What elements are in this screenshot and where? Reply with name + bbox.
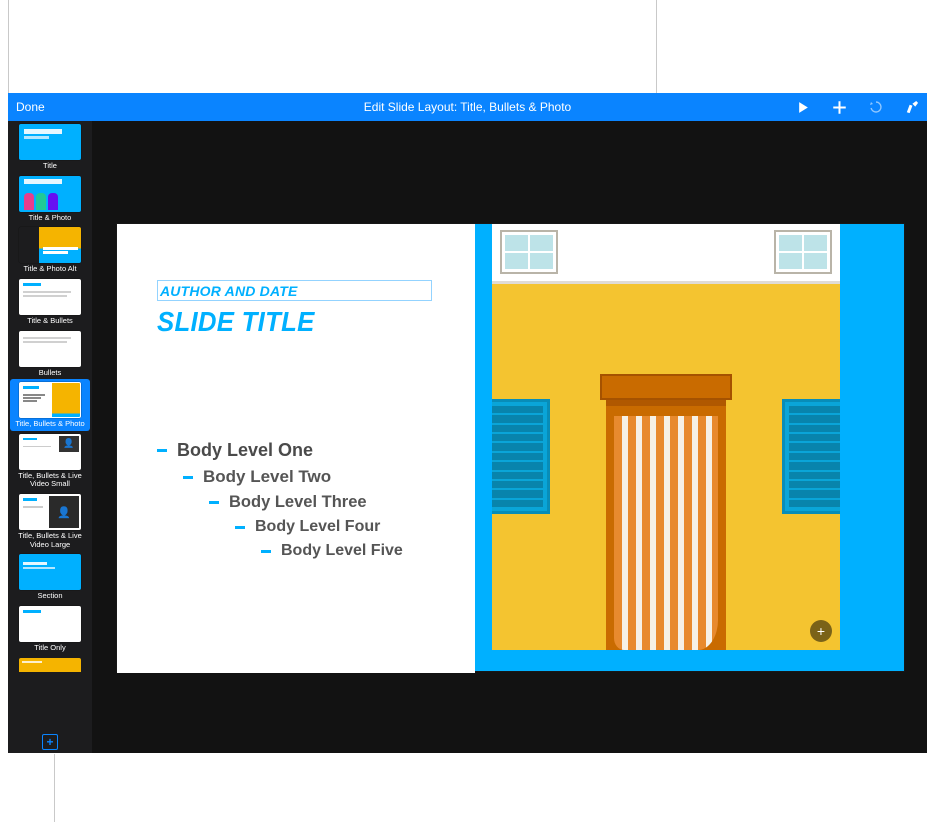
slide[interactable]: AUTHOR AND DATE SLIDE TITLE Body Level O…	[116, 223, 905, 672]
bullet-icon	[157, 449, 167, 452]
body-level-4-text: Body Level Four	[255, 518, 380, 536]
thumb-preview	[19, 279, 81, 315]
thumb-preview	[19, 331, 81, 367]
thumb-preview	[19, 124, 81, 160]
bullet-icon	[183, 476, 193, 479]
callout-line-bottom	[54, 754, 55, 822]
bullet-icon	[261, 550, 271, 553]
layout-sidebar: Title Title & Photo Title & Photo Alt Ti…	[8, 121, 92, 753]
toolbar-title-prefix: Edit Slide Layout:	[364, 100, 461, 114]
thumb-label: Title, Bullets & Live Video Large	[12, 532, 88, 549]
layout-thumb-bullets[interactable]: Bullets	[8, 328, 92, 380]
bullet-icon	[209, 501, 219, 504]
thumb-label: Title, Bullets & Live Video Small	[12, 472, 88, 489]
thumb-label: Title & Bullets	[27, 317, 73, 326]
add-layout-button[interactable]: +	[42, 734, 58, 750]
thumb-preview	[19, 606, 81, 642]
thumb-preview	[19, 176, 81, 212]
body-level-1-text: Body Level One	[177, 440, 313, 461]
slide-title-placeholder[interactable]: SLIDE TITLE	[157, 306, 315, 338]
layout-thumb-title-photo-alt[interactable]: Title & Photo Alt	[8, 224, 92, 276]
thumb-label: Title & Photo Alt	[23, 265, 76, 274]
thumb-preview	[19, 382, 81, 418]
body-level-4: Body Level Four	[235, 518, 403, 536]
layout-thumb-section[interactable]: Section	[8, 551, 92, 603]
body-level-5: Body Level Five	[261, 542, 403, 560]
layout-thumb-title-bullets-photo[interactable]: Title, Bullets & Photo	[10, 379, 90, 431]
layout-thumb-title-only[interactable]: Title Only	[8, 603, 92, 655]
body: Title Title & Photo Title & Photo Alt Ti…	[8, 121, 927, 753]
layout-list[interactable]: Title Title & Photo Title & Photo Alt Ti…	[8, 121, 92, 753]
layout-thumb-title-photo[interactable]: Title & Photo	[8, 173, 92, 225]
layout-thumb-title-bullets[interactable]: Title & Bullets	[8, 276, 92, 328]
thumb-preview: 👤	[19, 494, 81, 530]
plus-icon[interactable]	[831, 99, 847, 115]
thumb-preview	[19, 554, 81, 590]
photo-door-lintel	[600, 374, 732, 400]
body-placeholder[interactable]: Body Level One Body Level Two Body Level…	[157, 440, 403, 566]
toolbar-title: Edit Slide Layout: Title, Bullets & Phot…	[364, 100, 571, 114]
body-level-1: Body Level One	[157, 440, 403, 461]
author-date-placeholder[interactable]: AUTHOR AND DATE	[157, 280, 432, 301]
layout-thumb-title[interactable]: Title	[8, 121, 92, 173]
thumb-label: Title	[43, 162, 57, 171]
add-media-button[interactable]: +	[810, 620, 832, 642]
bullet-icon	[235, 526, 245, 529]
thumb-preview	[19, 227, 81, 263]
thumb-label: Title, Bullets & Photo	[15, 420, 84, 429]
undo-icon[interactable]	[867, 99, 883, 115]
thumb-label: Title & Photo	[29, 214, 72, 223]
thumb-label: Title Only	[34, 644, 65, 653]
layout-thumb-title-bullets-live-small[interactable]: 👤 Title, Bullets & Live Video Small	[8, 431, 92, 491]
app-window: Done Edit Slide Layout: Title, Bullets &…	[8, 93, 927, 753]
toolbar-right	[795, 99, 919, 115]
toolbar: Done Edit Slide Layout: Title, Bullets &…	[8, 93, 927, 121]
photo-window-top-left	[500, 230, 558, 274]
body-level-2: Body Level Two	[183, 467, 403, 487]
photo-curtain	[614, 416, 718, 650]
body-level-3: Body Level Three	[209, 493, 403, 512]
callout-line-left	[8, 0, 9, 93]
author-date-text: AUTHOR AND DATE	[158, 281, 431, 299]
body-level-3-text: Body Level Three	[229, 493, 367, 512]
play-icon[interactable]	[795, 99, 811, 115]
layout-thumb-title-bullets-live-large[interactable]: 👤 Title, Bullets & Live Video Large	[8, 491, 92, 551]
toolbar-title-layout: Title, Bullets & Photo	[460, 100, 571, 114]
thumb-label: Section	[37, 592, 62, 601]
photo-placeholder[interactable]: +	[492, 224, 840, 650]
thumb-preview: 👤	[19, 434, 81, 470]
slide-canvas[interactable]: AUTHOR AND DATE SLIDE TITLE Body Level O…	[92, 121, 927, 753]
photo-window-top-right	[774, 230, 832, 274]
photo-roofline	[492, 224, 840, 284]
slide-left-panel: AUTHOR AND DATE SLIDE TITLE Body Level O…	[117, 224, 475, 673]
body-level-2-text: Body Level Two	[203, 467, 331, 487]
layout-thumb-partial[interactable]	[19, 658, 81, 672]
done-button[interactable]: Done	[16, 100, 45, 114]
photo-door	[606, 400, 726, 650]
photo-shutter-right	[782, 399, 840, 514]
body-level-5-text: Body Level Five	[281, 542, 403, 560]
thumb-label: Bullets	[39, 369, 62, 378]
photo-shutter-left	[492, 399, 550, 514]
format-brush-icon[interactable]	[903, 99, 919, 115]
